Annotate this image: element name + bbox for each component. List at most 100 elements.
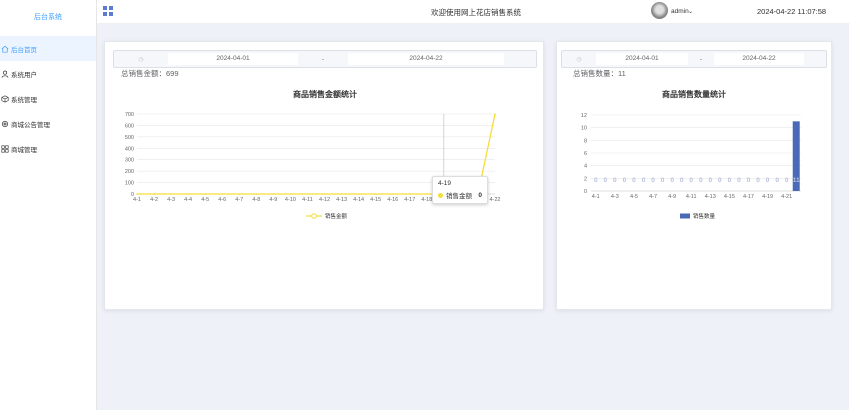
x-tick-label: 4-11	[302, 197, 313, 203]
end-date-input[interactable]: 2024-04-22	[714, 53, 804, 65]
sidebar-item-announcements[interactable]: 商城公告管理	[0, 111, 96, 136]
end-date-input[interactable]: 2024-04-22	[348, 53, 504, 65]
x-tick-label: 4-5	[201, 197, 209, 203]
data-point	[289, 193, 292, 195]
y-tick-label: 300	[125, 158, 134, 164]
sidebar-item-home[interactable]: 后台首页	[0, 36, 96, 61]
calendar-icon: ◷	[576, 56, 582, 63]
sidebar-item-system[interactable]: 系统管理	[0, 86, 96, 111]
data-point	[357, 193, 360, 195]
x-tick-label: 4-7	[649, 194, 657, 200]
data-label: 0	[651, 177, 655, 184]
tooltip-value: 0	[478, 191, 482, 199]
data-point	[306, 193, 309, 195]
data-point	[187, 193, 189, 195]
sidebar-item-label: 后台首页	[11, 46, 37, 54]
grid-icon	[1, 144, 9, 153]
legend-label: 销售数量	[693, 212, 716, 220]
x-tick-label: 4-1	[133, 197, 141, 203]
data-point	[340, 193, 343, 195]
user-icon	[1, 70, 9, 78]
data-point	[494, 113, 496, 115]
date-range-picker[interactable]: ◷ 2024-04-01 - 2024-04-22	[561, 50, 827, 68]
y-tick-label: 8	[584, 138, 587, 144]
current-datetime: 2024-04-22 11:07:58	[757, 7, 827, 16]
data-label: 0	[632, 177, 636, 184]
data-label: 0	[728, 177, 732, 184]
home-icon	[1, 45, 9, 53]
data-label: 0	[661, 177, 665, 184]
start-date-input[interactable]: 2024-04-01	[596, 53, 688, 65]
data-label: 0	[642, 177, 646, 184]
data-label: 0	[623, 177, 627, 184]
x-tick-label: 4-1	[592, 194, 600, 200]
total-sales-quantity: 总销售数量：11	[573, 69, 626, 78]
x-tick-label: 4-12	[319, 197, 330, 203]
y-tick-label: 0	[584, 189, 587, 195]
y-tick-label: 100	[125, 181, 134, 187]
gear-icon	[1, 120, 9, 128]
x-tick-label: 4-17	[404, 197, 415, 203]
y-tick-label: 400	[125, 146, 134, 152]
chart-title: 商品销售数量统计	[662, 90, 726, 99]
y-tick-label: 700	[125, 112, 134, 118]
data-point	[153, 193, 155, 195]
x-tick-label: 4-4	[184, 197, 192, 203]
y-tick-label: 500	[125, 135, 134, 141]
data-label: 0	[594, 177, 598, 184]
data-point	[170, 193, 172, 195]
data-label: 0	[775, 177, 779, 184]
data-label: 0	[604, 177, 608, 184]
y-tick-label: 200	[125, 169, 134, 175]
legend-label: 销售金额	[325, 212, 348, 220]
x-tick-label: 4-2	[150, 197, 158, 203]
x-tick-label: 4-16	[387, 197, 398, 203]
top-header: 欢迎使用网上花店销售系统 admin ⌄ 2024-04-22 11:07:58	[97, 0, 849, 24]
data-label: 0	[689, 177, 693, 184]
data-point	[374, 193, 377, 195]
sidebar-item-label: 商城管理	[11, 146, 37, 154]
box-icon	[1, 94, 9, 103]
x-tick-label: 4-3	[167, 197, 175, 203]
tooltip-series-dot	[438, 192, 443, 198]
user-menu[interactable]: admin	[671, 8, 689, 15]
x-tick-label: 4-15	[724, 194, 735, 200]
start-date-input[interactable]: 2024-04-01	[168, 53, 298, 65]
x-tick-label: 4-13	[336, 197, 347, 203]
x-tick-label: 4-3	[611, 194, 619, 200]
x-tick-label: 4-17	[743, 194, 754, 200]
x-tick-label: 4-8	[252, 197, 260, 203]
date-range-picker[interactable]: ◷ 2024-04-01 - 2024-04-22	[113, 50, 537, 68]
menu-toggle-icon[interactable]	[103, 6, 113, 16]
data-label: 0	[699, 177, 703, 184]
x-tick-label: 4-9	[668, 194, 676, 200]
tooltip-series-name: 销售金额	[446, 193, 472, 200]
x-tick-label: 4-11	[686, 194, 697, 200]
x-tick-label: 4-19	[762, 194, 773, 200]
avatar[interactable]	[651, 2, 668, 19]
data-label: 0	[709, 177, 713, 184]
sidebar-item-label: 商城公告管理	[11, 121, 50, 129]
data-point	[255, 193, 258, 195]
data-point	[391, 193, 394, 195]
chevron-down-icon[interactable]: ⌄	[688, 8, 693, 15]
data-point	[426, 193, 428, 195]
x-tick-label: 4-6	[218, 197, 226, 203]
data-label: 0	[737, 177, 741, 184]
x-tick-label: 4-5	[630, 194, 638, 200]
data-label: 0	[747, 177, 751, 184]
y-tick-label: 10	[581, 126, 587, 132]
data-label: 0	[766, 177, 770, 184]
sales-quantity-chart: 0246810120 0 0 0 0 0 0 0 0 0 0 0 0 0 0 0 0 0 0 0 0 114-1 4-3 4-…	[581, 113, 801, 220]
data-point	[204, 193, 206, 195]
x-tick-label: 4-7	[235, 197, 243, 203]
sidebar-item-mall[interactable]: 商城管理	[0, 136, 96, 161]
sidebar-item-users[interactable]: 系统用户	[0, 61, 96, 86]
x-tick-label: 4-22	[489, 197, 500, 203]
data-label: 0	[613, 177, 617, 184]
x-tick-label: 4-18	[421, 197, 432, 203]
y-tick-label: 600	[125, 123, 134, 129]
data-label: 0	[670, 177, 674, 184]
sidebar: 后台系统 后台首页 系统用户 系统管理 商城公告管理 商城管理	[0, 0, 97, 410]
x-tick-label: 4-15	[370, 197, 381, 203]
